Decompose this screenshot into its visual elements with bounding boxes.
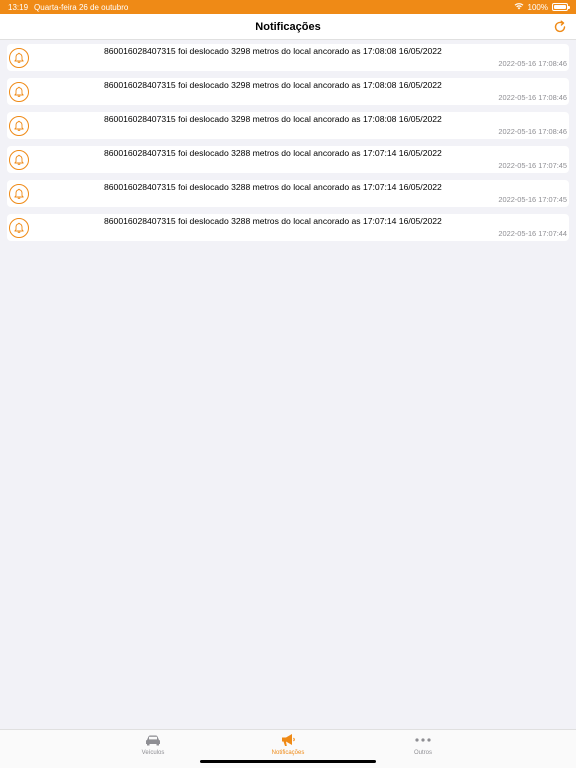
notification-list: 860016028407315 foi deslocado 3298 metro… [7,44,569,241]
notification-message: 860016028407315 foi deslocado 3298 metro… [104,80,442,90]
notification-message: 860016028407315 foi deslocado 3298 metro… [104,46,442,56]
battery-level [554,5,566,9]
status-time: 13:19 [8,2,29,12]
tab-veiculos[interactable]: Veículos [113,733,193,761]
battery-percentage: 100% [527,2,548,12]
bell-icon [9,82,29,102]
notification-time: 2022-05-16 17:07:44 [498,229,567,238]
battery-icon [552,3,570,11]
refresh-icon [554,20,566,33]
bell-icon [9,218,29,238]
status-left: 13:19 Quarta-feira 26 de outubro [8,3,128,12]
notification-message: 860016028407315 foi deslocado 3288 metro… [104,182,442,192]
notification-item[interactable]: 860016028407315 foi deslocado 3298 metro… [7,78,569,105]
notification-time: 2022-05-16 17:07:45 [498,161,567,170]
notification-message: 860016028407315 foi deslocado 3298 metro… [104,114,442,124]
notification-time: 2022-05-16 17:08:46 [498,93,567,102]
tab-label: Notificações [271,750,305,756]
page-title: Notificações [255,20,321,33]
status-date: Quarta-feira 26 de outubro [34,2,129,12]
tab-label: Outros [413,750,432,756]
notification-time: 2022-05-16 17:07:45 [498,195,567,204]
tab-notificacoes[interactable]: Notificações [248,733,328,761]
notification-item[interactable]: 860016028407315 foi deslocado 3288 metro… [7,146,569,173]
bell-icon [9,150,29,170]
notification-message: 860016028407315 foi deslocado 3288 metro… [104,148,442,158]
notification-item[interactable]: 860016028407315 foi deslocado 3298 metro… [7,44,569,71]
home-indicator [200,760,376,763]
notification-time: 2022-05-16 17:08:46 [498,127,567,136]
bell-icon [9,116,29,136]
notification-item[interactable]: 860016028407315 foi deslocado 3288 metro… [7,180,569,207]
notification-message: 860016028407315 foi deslocado 3288 metro… [104,216,442,226]
tab-label: Veículos [141,750,165,756]
tab-outros[interactable]: Outros [383,733,463,761]
notification-time: 2022-05-16 17:08:46 [498,59,567,68]
wifi-icon [514,2,524,12]
more-icon [415,733,431,747]
bell-icon [9,184,29,204]
refresh-button[interactable] [552,19,568,35]
status-right: 100% [514,2,570,12]
navigation-bar: Notificações [0,14,576,40]
notification-item[interactable]: 860016028407315 foi deslocado 3288 metro… [7,214,569,241]
car-icon [144,733,162,747]
bell-icon [9,48,29,68]
notification-item[interactable]: 860016028407315 foi deslocado 3298 metro… [7,112,569,139]
status-bar: 13:19 Quarta-feira 26 de outubro 100% [0,0,576,14]
megaphone-icon [280,733,296,747]
tab-bar: Veículos Notificações Outros [0,729,576,768]
